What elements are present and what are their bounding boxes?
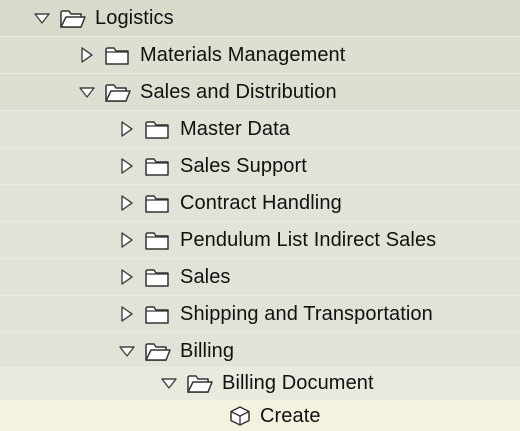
tree-node-billing[interactable]: Billing xyxy=(0,333,520,370)
tree-node-sales-support[interactable]: Sales Support xyxy=(0,148,520,185)
closed-folder-icon xyxy=(144,117,172,141)
tree-node-master-data[interactable]: Master Data xyxy=(0,111,520,148)
tree-node-pendulum-list[interactable]: Pendulum List Indirect Sales xyxy=(0,222,520,259)
tree-node-label: Create xyxy=(260,404,321,427)
triangle-down-icon[interactable] xyxy=(160,374,178,392)
open-folder-icon xyxy=(144,339,172,363)
triangle-right-icon[interactable] xyxy=(118,120,136,138)
tree-node-label: Logistics xyxy=(95,7,174,29)
cube-icon xyxy=(228,404,252,428)
closed-folder-icon xyxy=(144,265,172,289)
tree-node-sales-and-distribution[interactable]: Sales and Distribution xyxy=(0,74,520,111)
tree-node-billing-document[interactable]: Billing Document xyxy=(0,366,520,400)
open-folder-icon xyxy=(186,371,214,395)
triangle-down-icon[interactable] xyxy=(78,83,96,101)
triangle-right-icon[interactable] xyxy=(118,305,136,323)
tree-node-label: Shipping and Transportation xyxy=(180,303,433,325)
tree-node-label: Billing Document xyxy=(222,371,374,394)
tree-node-label: Pendulum List Indirect Sales xyxy=(180,229,437,251)
closed-folder-icon xyxy=(104,43,132,67)
triangle-right-icon[interactable] xyxy=(118,157,136,175)
tree-node-shipping[interactable]: Shipping and Transportation xyxy=(0,296,520,333)
navigation-tree: Logistics Materials Management Sales and… xyxy=(0,0,520,431)
tree-node-label: Materials Management xyxy=(140,44,346,66)
closed-folder-icon xyxy=(144,191,172,215)
tree-node-contract-handling[interactable]: Contract Handling xyxy=(0,185,520,222)
tree-node-label: Billing xyxy=(180,340,235,362)
tree-node-label: Sales and Distribution xyxy=(140,81,337,103)
open-folder-icon xyxy=(59,6,87,30)
closed-folder-icon xyxy=(144,228,172,252)
open-folder-icon xyxy=(104,80,132,104)
triangle-right-icon[interactable] xyxy=(118,231,136,249)
tree-node-label: Sales Support xyxy=(180,155,307,177)
tree-node-logistics[interactable]: Logistics xyxy=(0,0,520,37)
triangle-right-icon[interactable] xyxy=(118,194,136,212)
triangle-down-icon[interactable] xyxy=(33,9,51,27)
triangle-down-icon[interactable] xyxy=(118,342,136,360)
tree-node-sales[interactable]: Sales xyxy=(0,259,520,296)
triangle-right-icon[interactable] xyxy=(78,46,96,64)
tree-node-materials-management[interactable]: Materials Management xyxy=(0,37,520,74)
triangle-right-icon[interactable] xyxy=(118,268,136,286)
tree-node-label: Sales xyxy=(180,266,231,288)
closed-folder-icon xyxy=(144,154,172,178)
tree-node-label: Master Data xyxy=(180,118,291,140)
tree-node-label: Contract Handling xyxy=(180,192,342,214)
closed-folder-icon xyxy=(144,302,172,326)
tree-node-create[interactable]: Create xyxy=(0,400,520,431)
